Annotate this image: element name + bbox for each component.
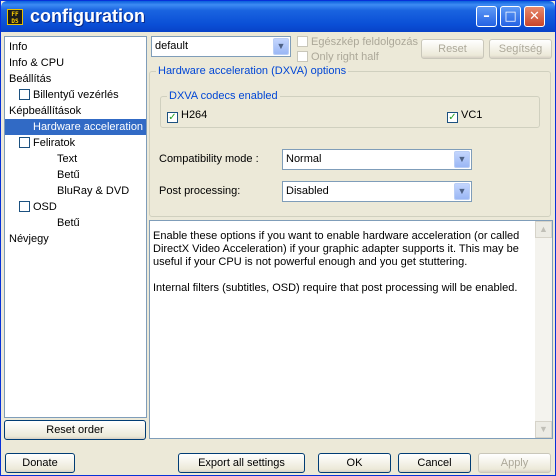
fullimage-checkbox[interactable]: Egészkép feldolgozás <box>297 36 418 48</box>
check-icon[interactable]: ✓ <box>167 112 178 123</box>
settings-tree[interactable]: Info Info & CPU Beállítás Billentyű vezérlé… <box>4 36 147 418</box>
tree-item-label: OSD <box>33 201 57 213</box>
tree-item-label: Feliratok <box>33 137 76 149</box>
ok-button[interactable]: OK <box>318 453 391 473</box>
app-icon: FF DS <box>7 9 23 25</box>
reset-button[interactable]: Reset <box>421 39 484 59</box>
compat-mode-combo[interactable]: Normal ▼ <box>282 149 472 170</box>
tree-item[interactable]: Feliratok <box>5 135 75 151</box>
maximize-icon: □ <box>504 9 517 24</box>
tree-item-label: Névjegy <box>9 233 49 245</box>
maximize-button[interactable]: □ <box>500 6 521 27</box>
chevron-down-icon[interactable]: ▼ <box>454 151 470 168</box>
righthalf-label: Only right half <box>311 51 379 63</box>
checkbox-box[interactable] <box>297 51 308 62</box>
tree-item-label: Info <box>9 41 28 53</box>
check-icon[interactable]: ✓ <box>447 112 458 123</box>
checkbox-box[interactable] <box>297 36 308 47</box>
tree-item[interactable]: Képbeállítások <box>5 103 81 119</box>
tree-item[interactable]: Info & CPU <box>5 55 64 71</box>
tree-item[interactable]: Hardware acceleration <box>5 119 146 135</box>
compat-mode-label: Compatibility mode : <box>159 153 259 165</box>
chevron-down-icon[interactable]: ▼ <box>454 183 470 200</box>
vc1-label: VC1 <box>461 109 483 121</box>
reset-order-button[interactable]: Reset order <box>4 420 146 440</box>
help-button[interactable]: Segítség <box>489 39 552 59</box>
tree-item[interactable]: BluRay & DVD <box>5 183 129 199</box>
tree-item-checkbox[interactable] <box>19 137 30 148</box>
scroll-up-icon[interactable]: ▲ <box>535 221 552 238</box>
hw-accel-group-title: Hardware acceleration (DXVA) options <box>156 65 349 77</box>
tree-item[interactable]: Betű <box>5 167 80 183</box>
description-scrollbar[interactable]: ▲ ▼ <box>535 221 552 438</box>
description-body: Enable these options if you want to enab… <box>153 230 525 308</box>
tree-item-label: Hardware acceleration <box>33 121 144 133</box>
cancel-button[interactable]: Cancel <box>398 453 471 473</box>
export-settings-button[interactable]: Export all settings <box>178 453 305 473</box>
tree-item-label: Képbeállítások <box>9 105 82 117</box>
close-button[interactable]: ✕ <box>524 6 545 27</box>
minimize-icon: – <box>483 9 490 24</box>
window-title: configuration <box>30 6 145 26</box>
donate-button[interactable]: Donate <box>5 453 75 473</box>
tree-item[interactable]: OSD <box>5 199 57 215</box>
tree-item-label: Beállítás <box>9 73 52 85</box>
minimize-button[interactable]: – <box>476 6 497 27</box>
tree-item-label: Info & CPU <box>9 57 65 69</box>
post-processing-label: Post processing: <box>159 185 241 197</box>
chevron-down-icon[interactable]: ▼ <box>273 38 289 55</box>
dxva-codecs-group: DXVA codecs enabled ✓ H264 ✓ VC1 <box>160 90 540 128</box>
h264-label: H264 <box>181 109 208 121</box>
configuration-window: FF DS configuration – □ ✕ Info Info & CPU B… <box>0 0 556 476</box>
tree-item[interactable]: Beállítás <box>5 71 51 87</box>
preset-combo[interactable]: default ▼ <box>151 36 291 57</box>
tree-item-checkbox[interactable] <box>19 89 30 100</box>
dxva-codecs-title: DXVA codecs enabled <box>167 90 280 102</box>
tree-item[interactable]: Info <box>5 39 27 55</box>
post-processing-combo[interactable]: Disabled ▼ <box>282 181 472 202</box>
preset-value: default <box>155 40 189 52</box>
fullimage-label: Egészkép feldolgozás <box>311 36 419 48</box>
compat-mode-value: Normal <box>286 153 322 165</box>
scroll-down-icon[interactable]: ▼ <box>535 421 552 438</box>
tree-item-checkbox[interactable] <box>19 201 30 212</box>
tree-item[interactable]: Névjegy <box>5 231 49 247</box>
close-icon: ✕ <box>529 9 540 24</box>
righthalf-checkbox[interactable]: Only right half <box>297 51 379 63</box>
vc1-checkbox[interactable]: ✓ VC1 <box>447 109 482 123</box>
description-para-2: Internal filters (subtitles, OSD) requir… <box>153 282 518 294</box>
tree-item[interactable]: Betű <box>5 215 80 231</box>
tree-item[interactable]: Text <box>5 151 77 167</box>
description-para-1: Enable these options if you want to enab… <box>153 230 520 268</box>
post-processing-value: Disabled <box>286 185 329 197</box>
hw-accel-group: Hardware acceleration (DXVA) options DXV… <box>149 65 551 217</box>
title-bar[interactable]: FF DS configuration – □ ✕ <box>1 1 555 32</box>
tree-item[interactable]: Billentyű vezérlés <box>5 87 119 103</box>
h264-checkbox[interactable]: ✓ H264 <box>167 109 207 123</box>
tree-item-label: Betű <box>57 169 80 181</box>
tree-item-label: Betű <box>57 217 80 229</box>
tree-item-label: Text <box>57 153 78 165</box>
tree-item-label: BluRay & DVD <box>57 185 130 197</box>
tree-item-label: Billentyű vezérlés <box>33 89 119 101</box>
description-text[interactable]: Enable these options if you want to enab… <box>149 220 553 439</box>
apply-button[interactable]: Apply <box>478 453 551 473</box>
